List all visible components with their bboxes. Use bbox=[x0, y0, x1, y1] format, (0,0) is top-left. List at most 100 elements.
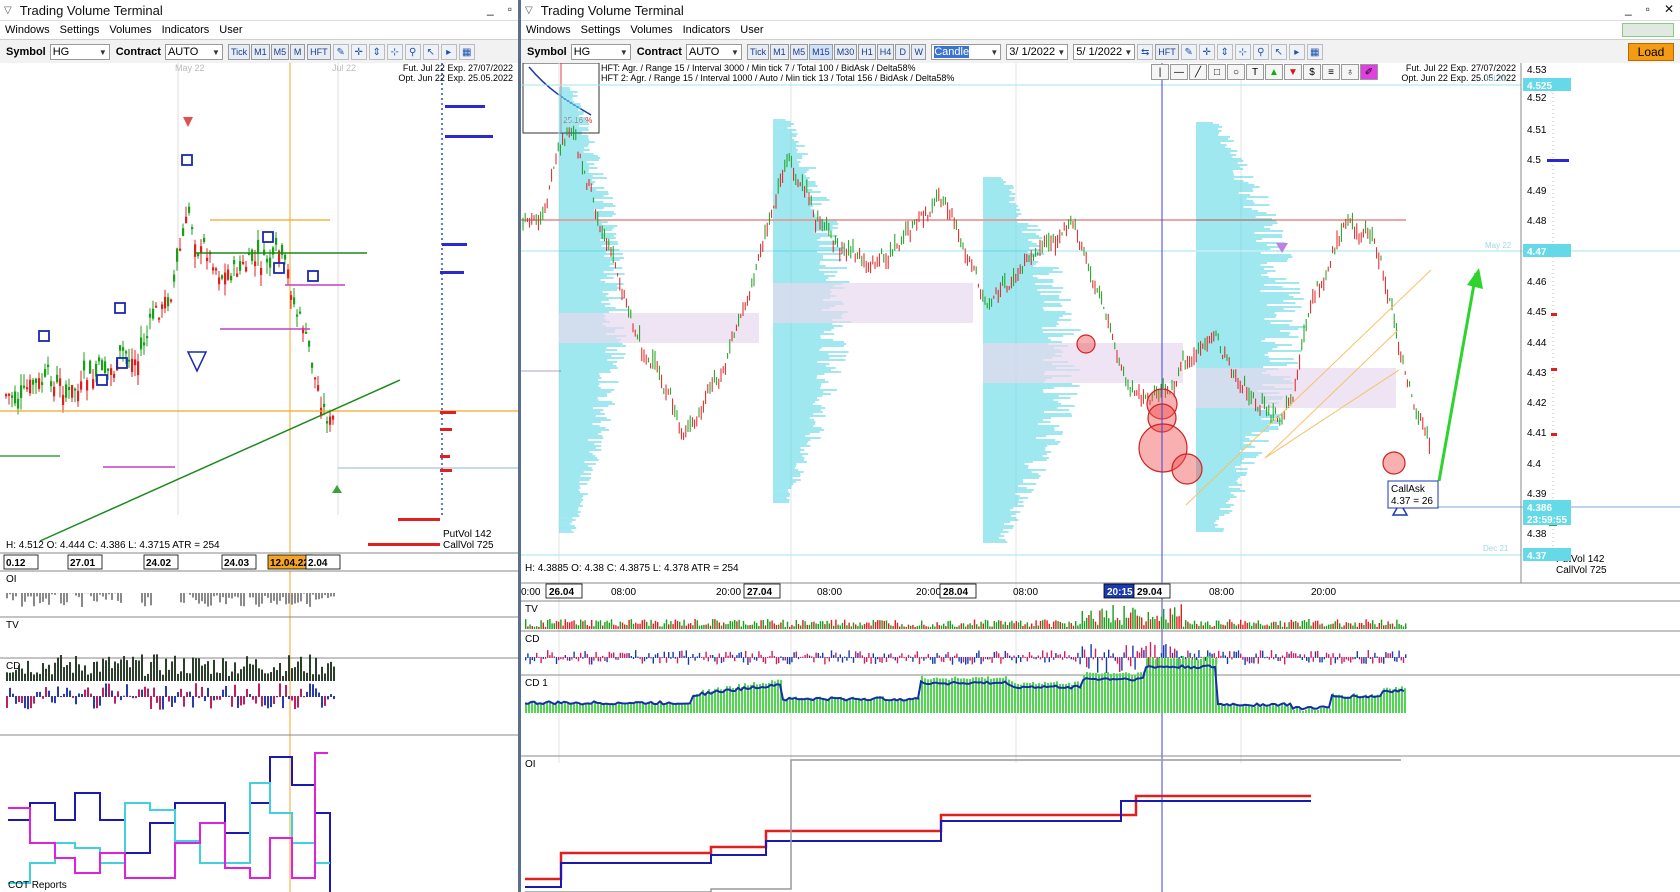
horizontal-line-tool-icon[interactable]: — bbox=[1170, 64, 1188, 80]
vertical-zoom-icon[interactable]: ⇕ bbox=[368, 44, 385, 60]
timeframe-tick-button[interactable]: Tick bbox=[746, 44, 770, 60]
date-to-picker[interactable]: 5/ 1/2022 ▼ bbox=[1073, 44, 1136, 60]
date-from-picker[interactable]: 3/ 1/2022 ▼ bbox=[1006, 44, 1069, 60]
menu-indicators[interactable]: Indicators bbox=[157, 24, 215, 36]
tv-bar bbox=[705, 624, 707, 629]
tv-bar bbox=[1257, 620, 1259, 629]
fibonacci-tool-icon[interactable]: ≡ bbox=[1322, 64, 1340, 80]
dollar-tool-icon[interactable]: $ bbox=[1303, 64, 1321, 80]
cursor-icon[interactable]: ↖ bbox=[422, 44, 439, 60]
timeframe-m1-button[interactable]: M1 bbox=[770, 44, 789, 60]
tv-bar bbox=[1312, 622, 1314, 629]
arrow-up-tool-icon[interactable]: ▲ bbox=[1265, 64, 1283, 80]
tv-bar bbox=[1187, 621, 1189, 629]
menu-settings[interactable]: Settings bbox=[55, 24, 105, 36]
menu-windows[interactable]: Windows bbox=[521, 24, 576, 36]
fit-icon[interactable]: ⊹ bbox=[386, 44, 403, 60]
tv-bar bbox=[1372, 620, 1374, 629]
timeframe-h4-button[interactable]: H4 bbox=[876, 44, 895, 60]
trend-line-tool-icon[interactable]: ╱ bbox=[1189, 64, 1207, 80]
cd-bar bbox=[562, 657, 564, 660]
crosshair-icon[interactable]: ✛ bbox=[1198, 44, 1215, 60]
timeframe-m5-button[interactable]: M5 bbox=[789, 44, 809, 60]
cd-bar bbox=[1002, 657, 1004, 660]
timeframe-m30-button[interactable]: M30 bbox=[833, 44, 858, 60]
grid-icon[interactable]: ▦ bbox=[1306, 44, 1323, 60]
symbol-select[interactable]: HG ▼ bbox=[49, 44, 110, 60]
tv-bar bbox=[12, 672, 14, 681]
right-chart-area[interactable]: 25.16 %HFT: Agr. / Range 15 / Interval 3… bbox=[521, 63, 1680, 892]
chart-type-select[interactable]: Candle ▼ bbox=[931, 44, 1002, 60]
cd-bar bbox=[78, 693, 80, 697]
cd1-bar bbox=[591, 703, 593, 713]
cd-bar bbox=[531, 657, 533, 661]
tv-bar bbox=[258, 668, 260, 681]
pencil-icon[interactable]: ✎ bbox=[332, 44, 349, 60]
rectangle-tool-icon[interactable]: □ bbox=[1208, 64, 1226, 80]
fit-icon[interactable]: ⊹ bbox=[1234, 44, 1251, 60]
bucket-tool-icon[interactable]: ♁ bbox=[1341, 64, 1359, 80]
timeframe-m5-button[interactable]: M5 bbox=[270, 44, 290, 60]
cd-bar bbox=[859, 651, 861, 658]
timeframe-w-button[interactable]: W bbox=[911, 44, 927, 60]
oi-bar bbox=[273, 593, 275, 601]
cd1-bar bbox=[1350, 696, 1352, 713]
cd-bar bbox=[1123, 652, 1125, 658]
minimize-icon[interactable]: _ bbox=[487, 2, 494, 16]
brush-tool-icon[interactable]: ✐ bbox=[1360, 64, 1378, 80]
timeframe-tick-button[interactable]: Tick bbox=[227, 44, 251, 60]
tv-bar bbox=[1237, 624, 1240, 629]
menu-windows[interactable]: Windows bbox=[0, 24, 55, 36]
tv-bar bbox=[791, 624, 793, 629]
load-button[interactable]: Load bbox=[1628, 43, 1674, 61]
cd-bar bbox=[586, 653, 588, 658]
crosshair-icon[interactable]: ✛ bbox=[350, 44, 367, 60]
cd-bar bbox=[709, 655, 712, 658]
contract-select[interactable]: AUTO ▼ bbox=[685, 44, 742, 60]
magnifier-icon[interactable]: ⚲ bbox=[1252, 44, 1269, 60]
price-tick-label: 4.39 bbox=[1527, 489, 1547, 500]
menu-user[interactable]: User bbox=[214, 24, 247, 36]
timeframe-m15-button[interactable]: M15 bbox=[809, 44, 833, 60]
hft-button[interactable]: HFT bbox=[307, 44, 331, 60]
arrow-down-tool-icon[interactable]: ▼ bbox=[1284, 64, 1302, 80]
maximize-icon[interactable]: ▫ bbox=[508, 2, 512, 16]
tv-bar bbox=[1378, 623, 1380, 629]
menu-volumes[interactable]: Volumes bbox=[104, 24, 156, 36]
pencil-icon[interactable]: ✎ bbox=[1180, 44, 1197, 60]
left-chart-area[interactable]: Fut. Jul 22 Exp. 27/07/2022Opt. Jun 22 E… bbox=[0, 63, 518, 892]
text-tool-icon[interactable]: T bbox=[1246, 64, 1264, 80]
hft-button[interactable]: HFT bbox=[1155, 44, 1179, 60]
tv-bar bbox=[533, 626, 536, 629]
tv-bar bbox=[771, 620, 773, 629]
tv-bar bbox=[1253, 622, 1255, 629]
timeframe-h1-button[interactable]: H1 bbox=[858, 44, 876, 60]
cursor-icon[interactable]: ↖ bbox=[1270, 44, 1287, 60]
menu-volumes[interactable]: Volumes bbox=[625, 24, 677, 36]
magnifier-icon[interactable]: ⚲ bbox=[404, 44, 421, 60]
menu-indicators[interactable]: Indicators bbox=[678, 24, 736, 36]
play-icon[interactable]: ▸ bbox=[1288, 44, 1305, 60]
menu-user[interactable]: User bbox=[735, 24, 768, 36]
ellipse-tool-icon[interactable]: ○ bbox=[1227, 64, 1245, 80]
timeframe-m1-button[interactable]: M1 bbox=[251, 44, 270, 60]
symbol-select[interactable]: HG ▼ bbox=[570, 44, 631, 60]
grid-icon[interactable]: ▦ bbox=[458, 44, 475, 60]
close-icon[interactable]: ✕ bbox=[1664, 2, 1674, 16]
contract-select[interactable]: AUTO ▼ bbox=[164, 44, 223, 60]
vertical-zoom-icon[interactable]: ⇕ bbox=[1216, 44, 1233, 60]
candle-body bbox=[146, 336, 149, 339]
timeframe-m-button[interactable]: M bbox=[290, 44, 306, 60]
menu-settings[interactable]: Settings bbox=[576, 24, 626, 36]
cd-bar bbox=[69, 690, 71, 697]
timeframe-d-button[interactable]: D bbox=[895, 44, 911, 60]
minimize-icon[interactable]: _ bbox=[1625, 2, 1632, 16]
cd-bar bbox=[888, 654, 890, 658]
oi-bar bbox=[231, 593, 233, 599]
vertical-line-tool-icon[interactable]: | bbox=[1151, 64, 1169, 80]
swap-icon[interactable]: ⇆ bbox=[1137, 44, 1154, 60]
maximize-icon[interactable]: ▫ bbox=[1646, 2, 1650, 16]
tv-bar bbox=[1154, 619, 1156, 629]
play-icon[interactable]: ▸ bbox=[440, 44, 457, 60]
tv-bar bbox=[150, 661, 152, 681]
